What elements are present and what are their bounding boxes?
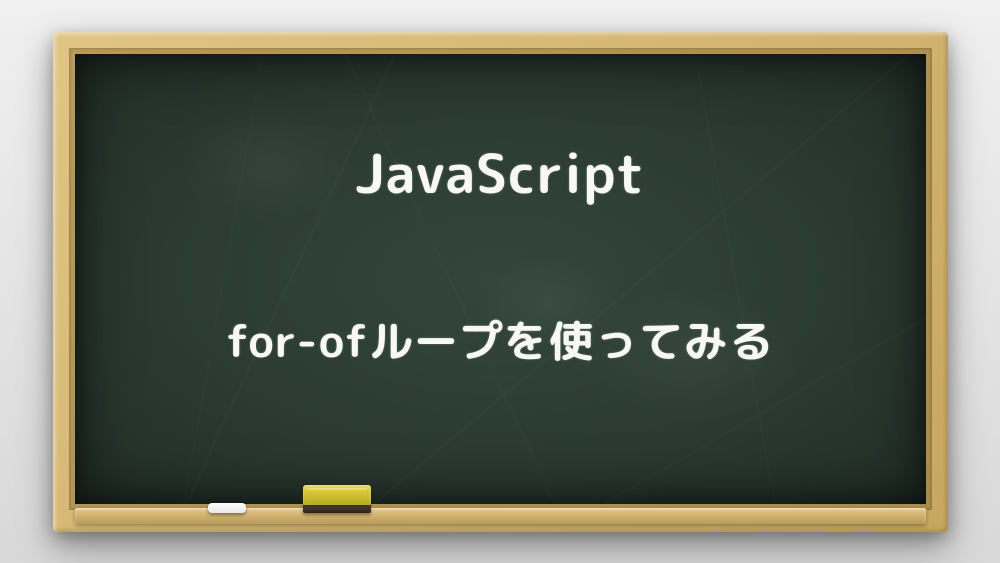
eraser-sponge xyxy=(303,485,371,505)
chalkboard-surface: JavaScript for-ofループを使ってみる xyxy=(75,54,926,504)
chalkboard-frame: JavaScript for-ofループを使ってみる xyxy=(53,32,948,532)
board-subtitle: for-ofループを使ってみる xyxy=(226,309,774,374)
board-content: JavaScript for-ofループを使ってみる xyxy=(75,54,926,504)
chalk-stick xyxy=(208,503,246,513)
chalk-tray xyxy=(75,508,926,524)
board-title: JavaScript xyxy=(355,134,646,214)
board-eraser xyxy=(303,485,371,513)
eraser-base xyxy=(303,505,371,513)
